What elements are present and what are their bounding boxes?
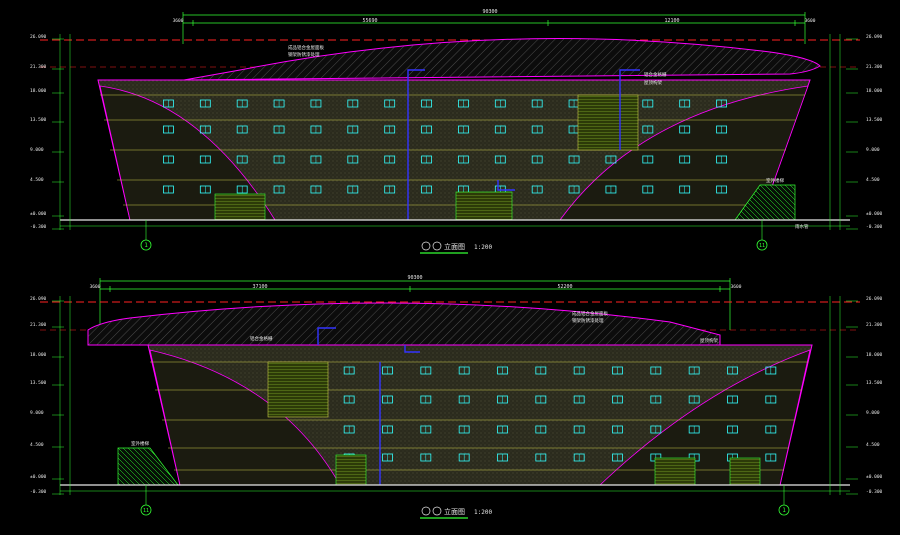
level-label-right: 26.090 xyxy=(866,34,883,40)
entrance-center xyxy=(455,191,513,221)
level-label-left: 4.500 xyxy=(30,442,44,448)
level-label-right: 13.500 xyxy=(866,117,883,123)
level-label-left: 13.500 xyxy=(30,380,47,386)
roof-note-2: 钢架防锈漆处理 xyxy=(288,51,320,58)
level-label-left: ±0.000 xyxy=(30,211,47,217)
annotation-1: 铝合金格栅 xyxy=(644,71,667,78)
louver-panel xyxy=(267,361,329,418)
level-label-right: 4.500 xyxy=(866,442,880,448)
title-text: 立面图 xyxy=(444,507,465,516)
roof-note-1: 成品铝合金屋面板 xyxy=(572,310,608,317)
level-label-left: 18.000 xyxy=(30,88,47,94)
segment-dimension-1: 55690 xyxy=(362,18,377,24)
overall-dimension: 90300 xyxy=(482,9,497,15)
level-label-left: -0.300 xyxy=(30,489,47,495)
entrance-center xyxy=(654,457,696,486)
louver-panel xyxy=(577,94,639,151)
level-label-left: 9.000 xyxy=(30,147,44,153)
stair-note: 雨水管 xyxy=(795,223,809,230)
level-label-left: 26.090 xyxy=(30,296,47,302)
cad-drawing-canvas: 90300 55690 12100 3600 3600 室外楼梯 成品铝合金屋面… xyxy=(0,0,900,535)
overall-dimension: 90300 xyxy=(407,275,422,281)
annotation-1: 铝合金格栅 xyxy=(250,335,273,342)
roof-note-2: 钢架防锈漆处理 xyxy=(572,317,604,324)
level-label-right: ±0.000 xyxy=(866,211,883,217)
level-label-right: 9.000 xyxy=(866,147,880,153)
scale-text: 1:200 xyxy=(474,244,492,251)
level-label-right: -0.300 xyxy=(866,489,883,495)
axis-label-left: 11 xyxy=(143,508,149,514)
title-text: 立面图 xyxy=(444,242,465,251)
entrance-right xyxy=(729,457,761,486)
stair-label: 室外楼梯 xyxy=(766,177,784,184)
level-label-right: -0.300 xyxy=(866,224,883,230)
stair-label: 室外楼梯 xyxy=(131,440,149,447)
level-label-right: 21.300 xyxy=(866,322,883,328)
level-label-left: 13.500 xyxy=(30,117,47,123)
end-dimension-right: 3600 xyxy=(805,18,816,24)
axis-label-right: 1 xyxy=(782,507,786,514)
level-label-left: 9.000 xyxy=(30,410,44,416)
segment-dimension-2: 12100 xyxy=(664,18,679,24)
axis-label-left: 1 xyxy=(144,242,148,249)
entrance-left xyxy=(214,193,266,221)
annotation-2: 屋顶构架 xyxy=(644,79,662,86)
level-label-left: 21.300 xyxy=(30,322,47,328)
roof-note-1: 成品铝合金屋面板 xyxy=(288,44,324,51)
level-label-right: 9.000 xyxy=(866,410,880,416)
segment-dimension-2: 52200 xyxy=(557,284,572,290)
segment-dimension-1: 37100 xyxy=(252,284,267,290)
annotation-2: 屋顶构架 xyxy=(700,337,718,344)
level-label-right: 13.500 xyxy=(866,380,883,386)
level-label-right: 18.000 xyxy=(866,88,883,94)
level-label-left: 21.300 xyxy=(30,64,47,70)
level-label-left: ±0.000 xyxy=(30,474,47,480)
entrance-left xyxy=(335,454,367,486)
level-label-right: 18.000 xyxy=(866,352,883,358)
level-label-right: ±0.000 xyxy=(866,474,883,480)
axis-label-right: 11 xyxy=(759,243,765,249)
level-label-right: 26.090 xyxy=(866,296,883,302)
level-label-left: -0.300 xyxy=(30,224,47,230)
scale-text: 1:200 xyxy=(474,509,492,516)
end-dimension-right: 3600 xyxy=(731,284,742,290)
level-label-right: 4.500 xyxy=(866,177,880,183)
level-label-left: 4.500 xyxy=(30,177,44,183)
level-label-right: 21.300 xyxy=(866,64,883,70)
level-label-left: 18.000 xyxy=(30,352,47,358)
end-dimension-left: 3600 xyxy=(90,284,101,290)
level-label-left: 26.090 xyxy=(30,34,47,40)
end-dimension-left: 3600 xyxy=(173,18,184,24)
